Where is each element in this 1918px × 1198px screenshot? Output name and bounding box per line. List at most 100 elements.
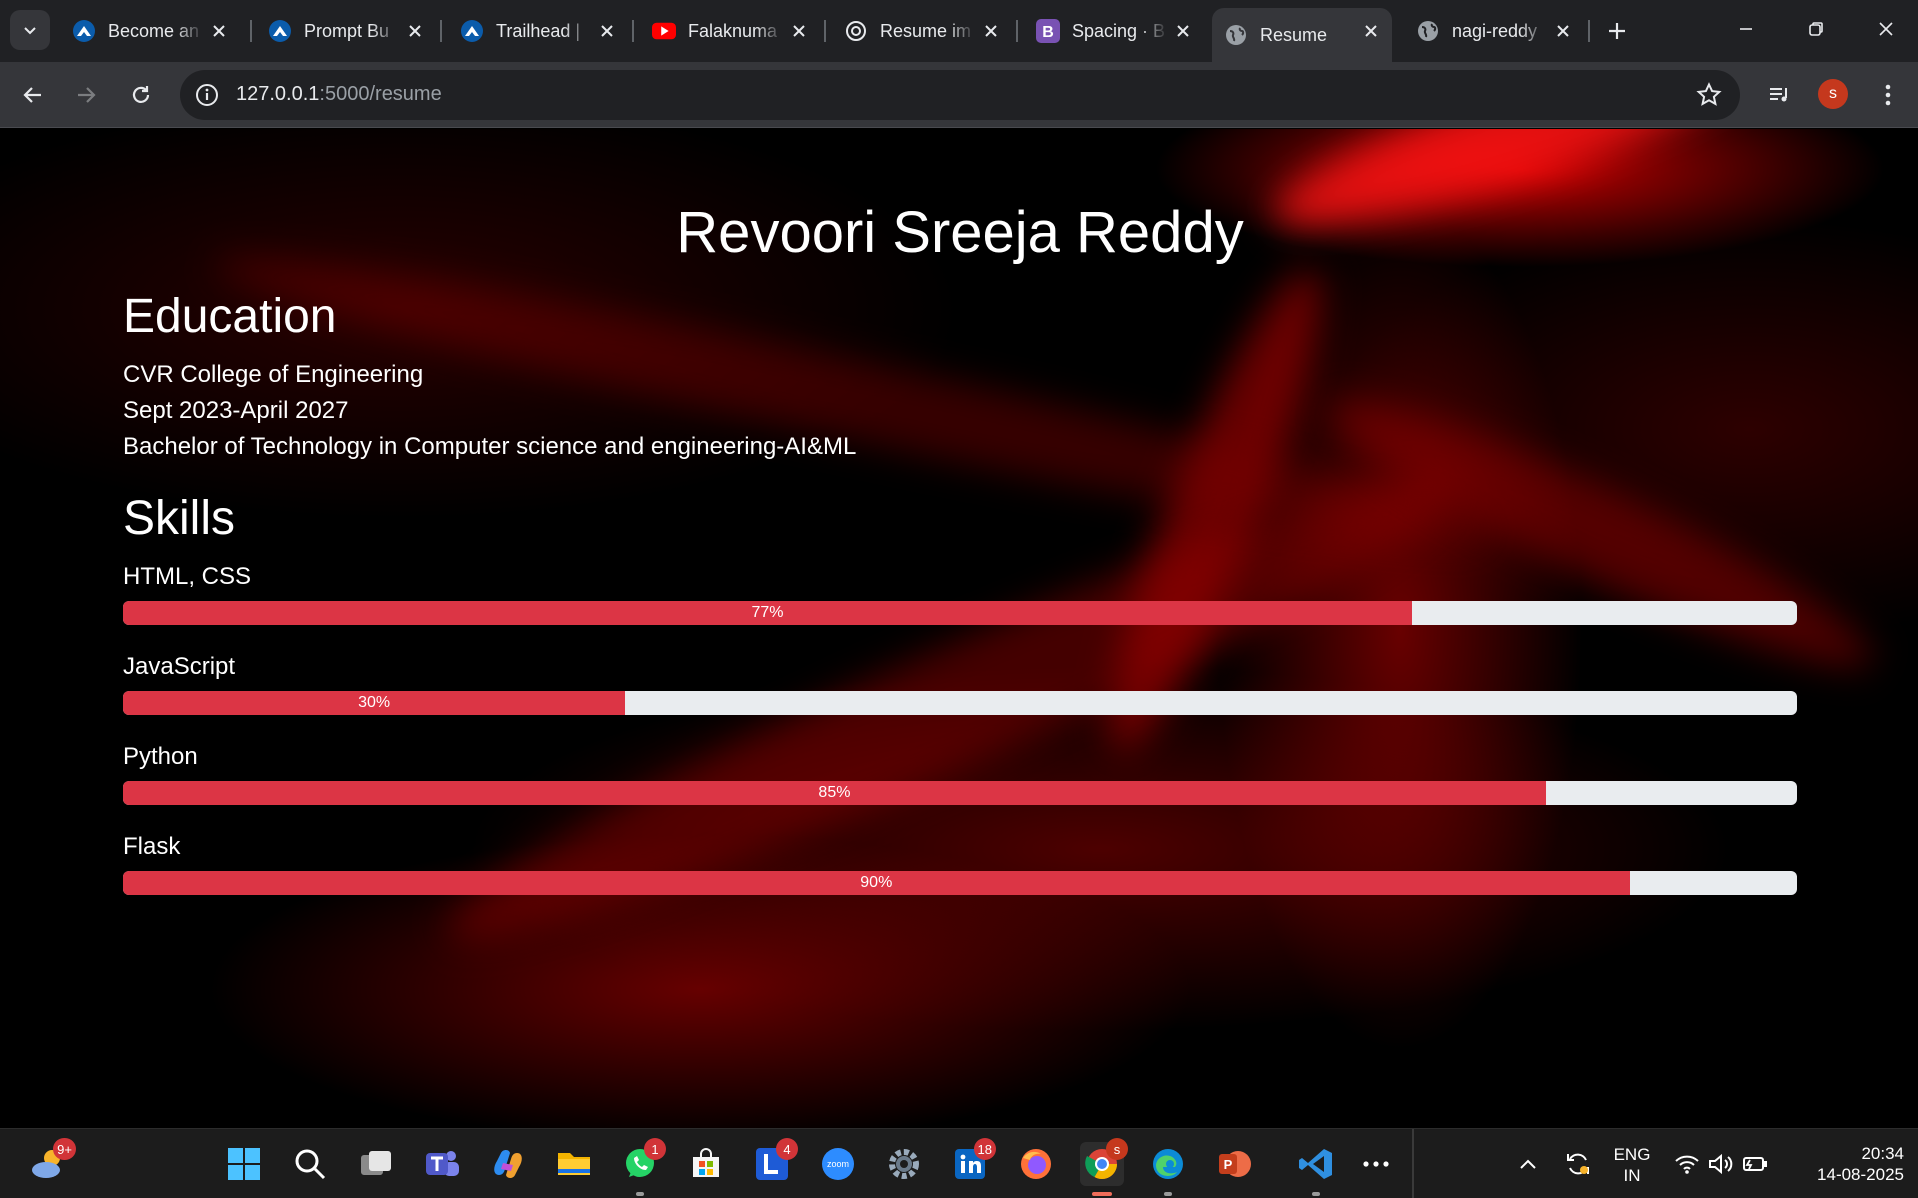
chrome-app[interactable]: s [1080, 1138, 1128, 1196]
close-icon[interactable] [1172, 20, 1194, 42]
arrow-left-icon [23, 87, 41, 103]
address-bar[interactable]: 127.0.0.1:5000/resume [180, 70, 1740, 120]
gear-icon [889, 1149, 919, 1179]
kebab-menu-icon [1885, 84, 1891, 106]
volume-icon [1709, 1153, 1733, 1175]
tab-become-an[interactable]: Become an [60, 8, 240, 54]
powerpoint-app[interactable]: P [1212, 1142, 1256, 1186]
search-icon [295, 1149, 326, 1180]
reload-button[interactable] [121, 75, 161, 115]
firefox-app[interactable] [1014, 1142, 1058, 1186]
tab-title: Spacing · B [1072, 20, 1166, 41]
tab-spacing[interactable]: B Spacing · B [1024, 8, 1204, 54]
svg-text:zoom: zoom [827, 1159, 849, 1169]
close-icon[interactable] [404, 20, 426, 42]
profile-avatar[interactable]: s [1818, 79, 1848, 109]
running-indicator [1164, 1192, 1172, 1196]
reload-icon [132, 86, 150, 103]
teams-app[interactable] [420, 1142, 464, 1186]
search-button[interactable] [288, 1142, 332, 1186]
weather-badge: 9+ [53, 1138, 76, 1160]
minimize-button[interactable] [1726, 12, 1766, 46]
tab-prompt-bu[interactable]: Prompt Bu [256, 8, 436, 54]
language-region: IN [1623, 1166, 1641, 1185]
close-icon[interactable] [980, 20, 1002, 42]
skill-progress-fill: 85% [123, 781, 1546, 805]
edge-app[interactable] [1146, 1142, 1190, 1196]
globe-icon [1416, 19, 1440, 43]
close-icon[interactable] [1360, 20, 1382, 42]
skill-label-python: Python [123, 743, 198, 770]
tab-title: nagi-reddy [1452, 20, 1538, 41]
info-icon[interactable] [194, 82, 220, 108]
vscode-app[interactable] [1294, 1142, 1338, 1196]
globe-icon [1224, 23, 1248, 47]
back-button[interactable] [13, 75, 53, 115]
tab-title: Resume [1260, 24, 1328, 45]
zoom-app[interactable]: zoom [816, 1142, 860, 1186]
tab-search-button[interactable] [10, 10, 50, 50]
menu-button[interactable] [1868, 75, 1908, 115]
chatgpt-icon [844, 19, 868, 43]
wifi-icon [1675, 1155, 1699, 1174]
tab-resume[interactable]: Resume [1212, 8, 1392, 62]
start-button[interactable] [222, 1142, 266, 1186]
skill-progress-flask: 90% [123, 871, 1797, 895]
resume-page: Revoori Sreeja Reddy Education CVR Colle… [0, 129, 1918, 1128]
skill-progress-fill: 90% [123, 871, 1630, 895]
close-icon[interactable] [788, 20, 810, 42]
new-tab-button[interactable] [1600, 14, 1634, 48]
trailhead-icon [268, 19, 292, 43]
chevron-up-icon [1520, 1159, 1536, 1169]
close-icon[interactable] [1552, 20, 1574, 42]
restore-button[interactable] [1796, 12, 1836, 46]
skill-progress-html-css: 77% [123, 601, 1797, 625]
bookmark-star-icon[interactable] [1696, 82, 1722, 108]
resume-name: Revoori Sreeja Reddy [676, 200, 1244, 265]
firefox-icon [1021, 1149, 1051, 1179]
tab-title: Prompt Bu [304, 20, 390, 41]
trailhead-icon [460, 19, 484, 43]
language-indicator[interactable]: ENG IN [1606, 1144, 1658, 1186]
url-text[interactable]: 127.0.0.1:5000/resume [236, 83, 442, 106]
settings-app[interactable] [882, 1142, 926, 1186]
forward-button[interactable] [66, 75, 106, 115]
close-icon[interactable] [208, 20, 230, 42]
copilot-app[interactable] [486, 1142, 530, 1186]
close-icon[interactable] [596, 20, 618, 42]
clock[interactable]: 20:34 14-08-2025 [1790, 1143, 1904, 1185]
battery-icon [1743, 1157, 1767, 1171]
linkedin-badge: 18 [973, 1138, 996, 1160]
task-view-button[interactable] [354, 1142, 398, 1186]
copilot-icon [494, 1150, 522, 1178]
tab-trailhead[interactable]: Trailhead | [448, 8, 628, 54]
arrow-right-icon [78, 87, 96, 103]
tab-nagi-reddy[interactable]: nagi-reddy [1404, 8, 1584, 54]
file-explorer-app[interactable] [552, 1142, 596, 1186]
chrome-profile-badge: s [1106, 1138, 1128, 1160]
education-dates: Sept 2023-April 2027 [123, 397, 349, 424]
show-hidden-icons-button[interactable] [1506, 1142, 1550, 1186]
close-window-button[interactable] [1866, 12, 1906, 46]
windows-start-icon [228, 1148, 260, 1180]
media-controls-button[interactable] [1759, 75, 1799, 115]
weather-widget[interactable]: 9+ [26, 1138, 76, 1186]
tab-falaknuma[interactable]: Falaknuma [640, 8, 820, 54]
linkedin-app[interactable]: 18 [948, 1138, 996, 1186]
skill-progress-javascript: 30% [123, 691, 1797, 715]
taskbar-divider [1412, 1129, 1414, 1198]
clock-date: 14-08-2025 [1817, 1165, 1904, 1184]
sync-status[interactable] [1556, 1142, 1600, 1186]
microsoft-store-app[interactable] [684, 1142, 728, 1186]
folder-icon [558, 1153, 590, 1175]
whatsapp-app[interactable]: 1 [618, 1138, 666, 1196]
skill-label-javascript: JavaScript [123, 653, 236, 680]
more-apps-button[interactable] [1354, 1142, 1398, 1186]
tab-resume-im[interactable]: Resume im [832, 8, 1012, 54]
quick-settings-button[interactable] [1666, 1142, 1776, 1186]
url-path: :5000/resume [319, 83, 442, 105]
youtube-icon [652, 19, 676, 43]
tab-title: Trailhead | [496, 20, 581, 41]
l-app[interactable]: 4 [750, 1138, 798, 1186]
education-degree: Bachelor of Technology in Computer scien… [123, 433, 857, 460]
